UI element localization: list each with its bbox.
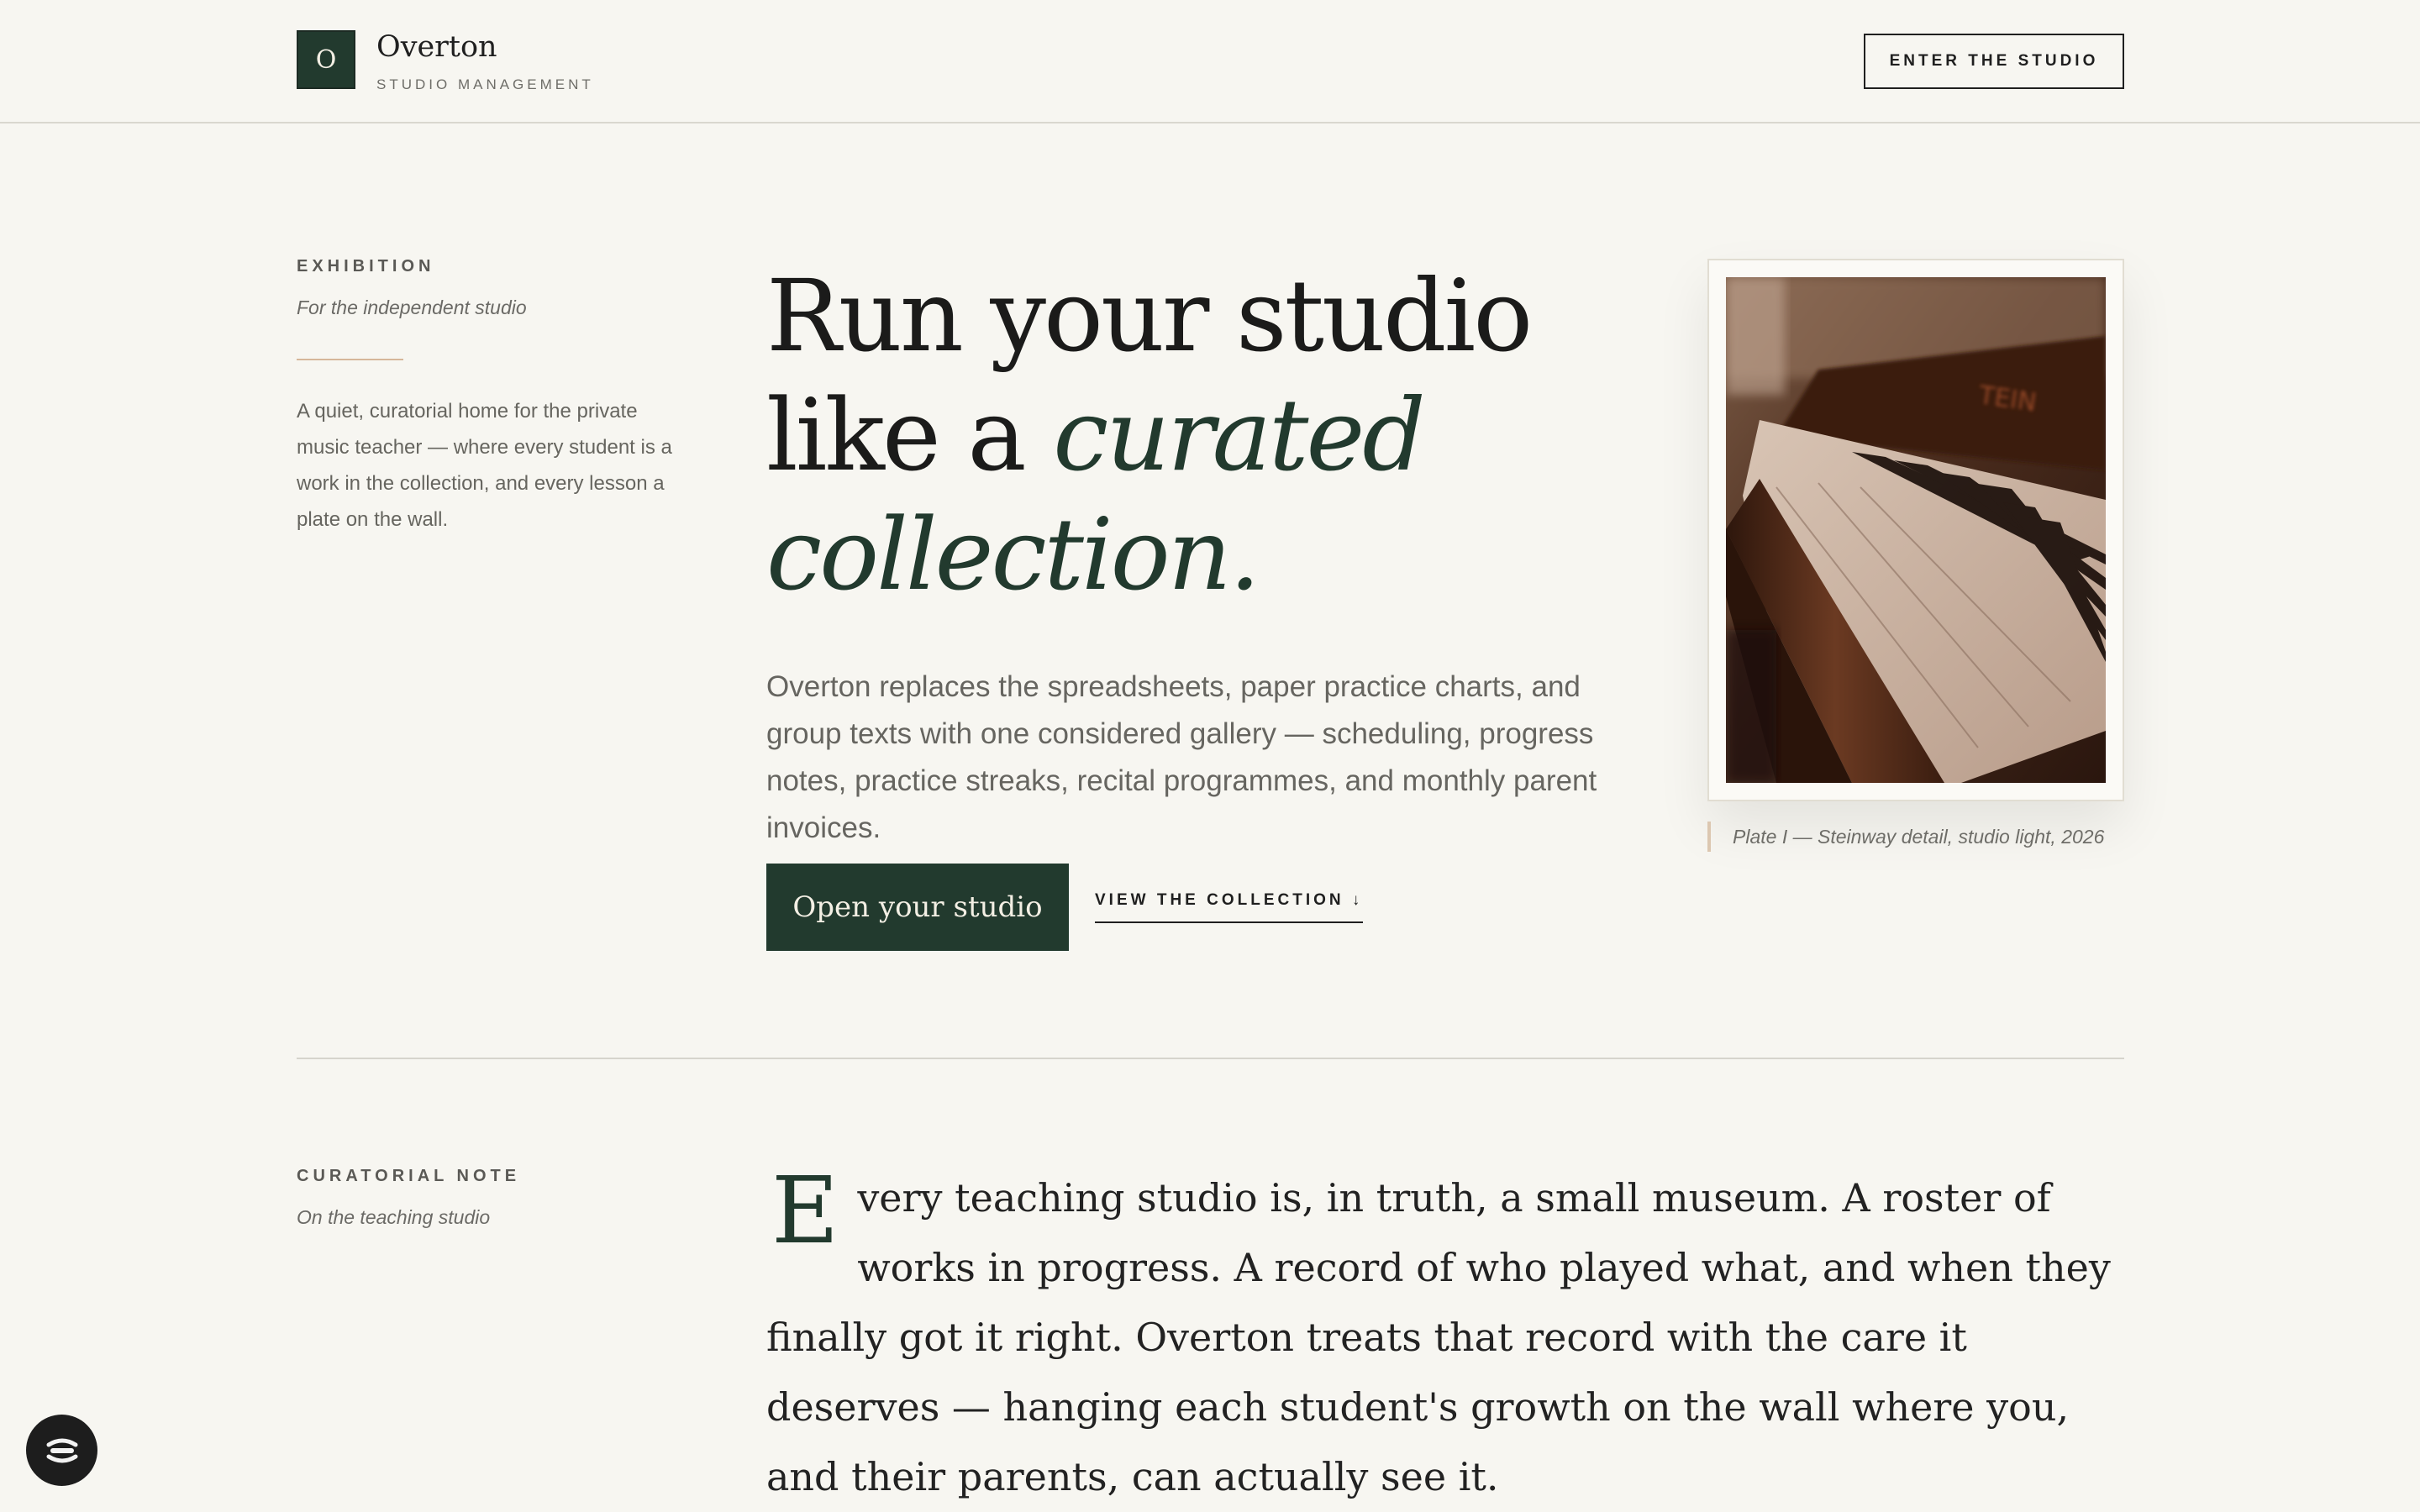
brand-name[interactable]: Overton — [376, 30, 497, 64]
site-header: O Overton STUDIO MANAGEMENT ENTER THE ST… — [0, 0, 2420, 123]
curatorial-note-text: very teaching studio is, in truth, a sma… — [766, 1175, 2111, 1499]
curatorial-note-eyebrow: CURATORIAL NOTE — [297, 1167, 521, 1185]
chat-widget-icon — [46, 1438, 77, 1462]
curatorial-note-subtitle: On the teaching studio — [297, 1206, 491, 1228]
intro-text: A quiet, curatorial home for the private… — [297, 400, 672, 531]
plate-caption: Plate I — Steinway detail, studio light,… — [1707, 822, 2104, 852]
exhibition-subtitle: For the independent studio — [297, 297, 527, 318]
drop-cap: E — [771, 1157, 839, 1264]
hero-headline: Run your studio like a curated collectio… — [766, 256, 1691, 614]
hero-lede: Overton replaces the spreadsheets, paper… — [766, 670, 1597, 844]
enter-studio-button[interactable]: ENTER THE STUDIO — [1864, 34, 2124, 89]
plate-frame: TEIN — [1707, 259, 2124, 801]
section-divider — [297, 1058, 2124, 1059]
brand-tagline: STUDIO MANAGEMENT — [376, 76, 594, 92]
view-collection-link[interactable]: VIEW THE COLLECTION ↓ — [1095, 891, 1364, 923]
piano-image: TEIN — [1726, 277, 2106, 783]
chat-widget-button[interactable] — [26, 1415, 97, 1486]
headline-line-2: like a — [766, 377, 1054, 493]
exhibition-eyebrow: EXHIBITION — [297, 257, 435, 276]
headline-accent-curated: curated — [1053, 377, 1426, 493]
headline-accent-collection: collection. — [766, 496, 1260, 612]
open-studio-button[interactable]: Open your studio — [766, 864, 1069, 951]
curatorial-note-body: Every teaching studio is, in truth, a sm… — [766, 1163, 2128, 1512]
headline-line-1: Run your studio — [766, 258, 1533, 374]
logo-mark[interactable]: O — [297, 30, 355, 89]
accent-rule — [297, 359, 403, 360]
